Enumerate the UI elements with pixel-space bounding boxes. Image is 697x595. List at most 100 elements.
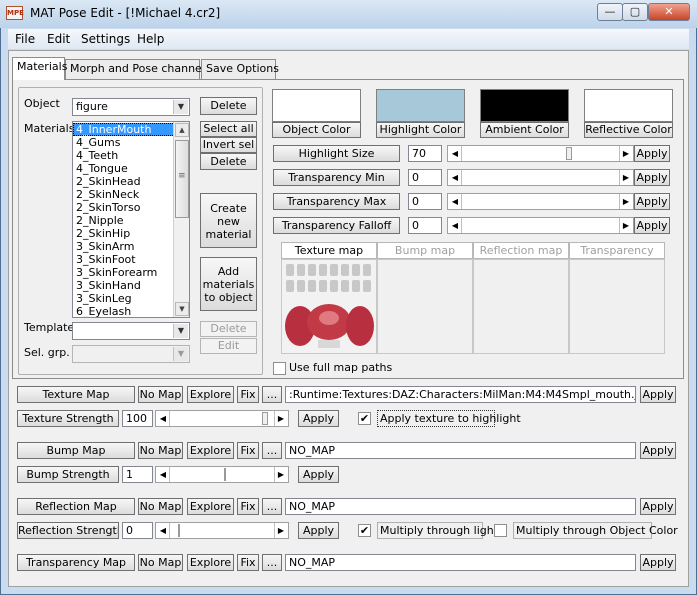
- transparency-min-button[interactable]: Transparency Min: [273, 169, 400, 186]
- texture-map-browse-button[interactable]: ...: [262, 386, 282, 403]
- texture-map-explore-button[interactable]: Explore: [187, 386, 234, 403]
- slider-track[interactable]: [461, 146, 620, 161]
- material-list-item[interactable]: 2_Nipple: [73, 214, 175, 227]
- material-list-item[interactable]: 2_SkinHip: [73, 227, 175, 240]
- transparency-map-label-button[interactable]: Transparency Map: [17, 554, 135, 571]
- template-edit-button[interactable]: Edit: [200, 338, 257, 354]
- material-list-item[interactable]: 2_SkinHead: [73, 175, 175, 188]
- transparency-map-explore-button[interactable]: Explore: [187, 554, 234, 571]
- texture-map-fix-button[interactable]: Fix: [237, 386, 259, 403]
- add-materials-to-object-button[interactable]: Add materials to object: [200, 257, 257, 311]
- highlight-size-apply-button[interactable]: Apply: [634, 145, 670, 162]
- sel-grp-dropdown[interactable]: ▼: [72, 345, 190, 363]
- close-button[interactable]: ✕: [648, 3, 690, 21]
- transparency-falloff-button[interactable]: Transparency Falloff: [273, 217, 400, 234]
- left-arrow-icon[interactable]: ◀: [449, 147, 461, 160]
- scroll-down-icon[interactable]: ▼: [175, 302, 189, 316]
- bump-strength-input[interactable]: 1: [122, 466, 153, 483]
- transparency-max-apply-button[interactable]: Apply: [634, 193, 670, 210]
- texture-strength-slider[interactable]: ◀ ▶: [155, 410, 289, 427]
- create-new-material-button[interactable]: Create new material: [200, 193, 257, 248]
- multiply-through-lights-checkbox[interactable]: ✔: [358, 524, 371, 537]
- reflective-color-swatch[interactable]: [584, 89, 673, 122]
- transparency-max-button[interactable]: Transparency Max: [273, 193, 400, 210]
- material-list-item[interactable]: 3_SkinHand: [73, 279, 175, 292]
- transparency-map-path-field[interactable]: NO_MAP: [285, 554, 636, 571]
- ambient-color-swatch[interactable]: [480, 89, 569, 122]
- transparency-map-fix-button[interactable]: Fix: [237, 554, 259, 571]
- ambient-color-button[interactable]: Ambient Color: [480, 122, 569, 138]
- transparency-max-input[interactable]: 0: [408, 193, 442, 210]
- menu-file[interactable]: File: [15, 32, 35, 46]
- right-arrow-icon[interactable]: ▶: [620, 147, 632, 160]
- template-dropdown[interactable]: ▼: [72, 322, 190, 340]
- invert-selection-button[interactable]: Invert sel: [200, 137, 257, 153]
- left-arrow-icon[interactable]: ◀: [449, 195, 461, 208]
- bump-map-explore-button[interactable]: Explore: [187, 442, 234, 459]
- use-full-map-paths-checkbox[interactable]: [273, 362, 286, 375]
- texture-map-path-field[interactable]: :Runtime:Textures:DAZ:Characters:MilMan:…: [285, 386, 636, 403]
- minimize-button[interactable]: —: [597, 3, 623, 21]
- materials-listbox[interactable]: 4_InnerMouth 4_Gums 4_Teeth 4_Tongue 2_SkinH…: [72, 121, 190, 318]
- select-all-button[interactable]: Select all: [200, 121, 257, 137]
- bump-map-no-map-button[interactable]: No Map: [138, 442, 183, 459]
- transparency-map-browse-button[interactable]: ...: [262, 554, 282, 571]
- slider-track[interactable]: [461, 170, 620, 185]
- bump-map-browse-button[interactable]: ...: [262, 442, 282, 459]
- menu-help[interactable]: Help: [137, 32, 164, 46]
- highlight-color-swatch[interactable]: [376, 89, 465, 122]
- texture-strength-apply-button[interactable]: Apply: [298, 410, 339, 427]
- bump-map-label-button[interactable]: Bump Map: [17, 442, 135, 459]
- slider-track[interactable]: [169, 411, 275, 426]
- transparency-falloff-apply-button[interactable]: Apply: [634, 217, 670, 234]
- materials-scrollbar[interactable]: ▲ ≡ ▼: [173, 122, 189, 317]
- scroll-up-icon[interactable]: ▲: [175, 123, 189, 137]
- material-list-item[interactable]: 3_SkinLeg: [73, 292, 175, 305]
- object-dropdown[interactable]: figure ▼: [72, 98, 190, 116]
- slider-track[interactable]: [461, 194, 620, 209]
- highlight-size-slider[interactable]: ◀ ▶: [447, 145, 634, 162]
- template-delete-button[interactable]: Delete: [200, 321, 257, 337]
- maximize-button[interactable]: ▢: [622, 3, 648, 21]
- material-list-item[interactable]: 4_Tongue: [73, 162, 175, 175]
- highlight-color-button[interactable]: Highlight Color: [376, 122, 465, 138]
- reflection-strength-slider[interactable]: ◀ ▶: [155, 522, 289, 539]
- right-arrow-icon[interactable]: ▶: [275, 412, 287, 425]
- bump-strength-label-button[interactable]: Bump Strength: [17, 466, 119, 483]
- transparency-max-slider[interactable]: ◀ ▶: [447, 193, 634, 210]
- slider-thumb[interactable]: [566, 147, 572, 160]
- transparency-map-no-map-button[interactable]: No Map: [138, 554, 183, 571]
- material-list-item[interactable]: 3_SkinArm: [73, 240, 175, 253]
- reflection-strength-label-button[interactable]: Reflection Strength: [17, 522, 119, 539]
- slider-thumb[interactable]: [224, 468, 226, 481]
- reflective-color-button[interactable]: Reflective Color: [584, 122, 673, 138]
- reflection-strength-apply-button[interactable]: Apply: [298, 522, 339, 539]
- material-list-item[interactable]: 3_SkinFoot: [73, 253, 175, 266]
- menu-settings[interactable]: Settings: [81, 32, 130, 46]
- slider-thumb[interactable]: [262, 412, 268, 425]
- bump-strength-slider[interactable]: ◀ ▶: [155, 466, 289, 483]
- left-arrow-icon[interactable]: ◀: [157, 468, 169, 481]
- reflection-map-no-map-button[interactable]: No Map: [138, 498, 183, 515]
- material-list-item[interactable]: 4_InnerMouth: [73, 123, 175, 136]
- slider-track[interactable]: [169, 523, 275, 538]
- reflection-map-label-button[interactable]: Reflection Map: [17, 498, 135, 515]
- material-list-item[interactable]: 4_Gums: [73, 136, 175, 149]
- scrollbar-thumb[interactable]: ≡: [175, 140, 189, 218]
- left-arrow-icon[interactable]: ◀: [449, 171, 461, 184]
- material-list-item[interactable]: 2_SkinNeck: [73, 188, 175, 201]
- material-list-item[interactable]: 3_SkinForearm: [73, 266, 175, 279]
- transparency-min-slider[interactable]: ◀ ▶: [447, 169, 634, 186]
- transparency-min-input[interactable]: 0: [408, 169, 442, 186]
- reflection-map-path-field[interactable]: NO_MAP: [285, 498, 636, 515]
- texture-map-apply-button[interactable]: Apply: [640, 386, 676, 403]
- texture-strength-label-button[interactable]: Texture Strength: [17, 410, 119, 427]
- slider-track[interactable]: [169, 467, 275, 482]
- tab-morph-and-pose-channels[interactable]: Morph and Pose channels: [65, 59, 211, 79]
- material-list-item[interactable]: 6_Eyelash: [73, 305, 175, 317]
- object-delete-button[interactable]: Delete: [200, 97, 257, 115]
- reflection-strength-input[interactable]: 0: [122, 522, 153, 539]
- tab-materials[interactable]: Materials: [12, 57, 67, 80]
- apply-texture-to-highlight-checkbox[interactable]: ✔: [358, 412, 371, 425]
- reflection-map-fix-button[interactable]: Fix: [237, 498, 259, 515]
